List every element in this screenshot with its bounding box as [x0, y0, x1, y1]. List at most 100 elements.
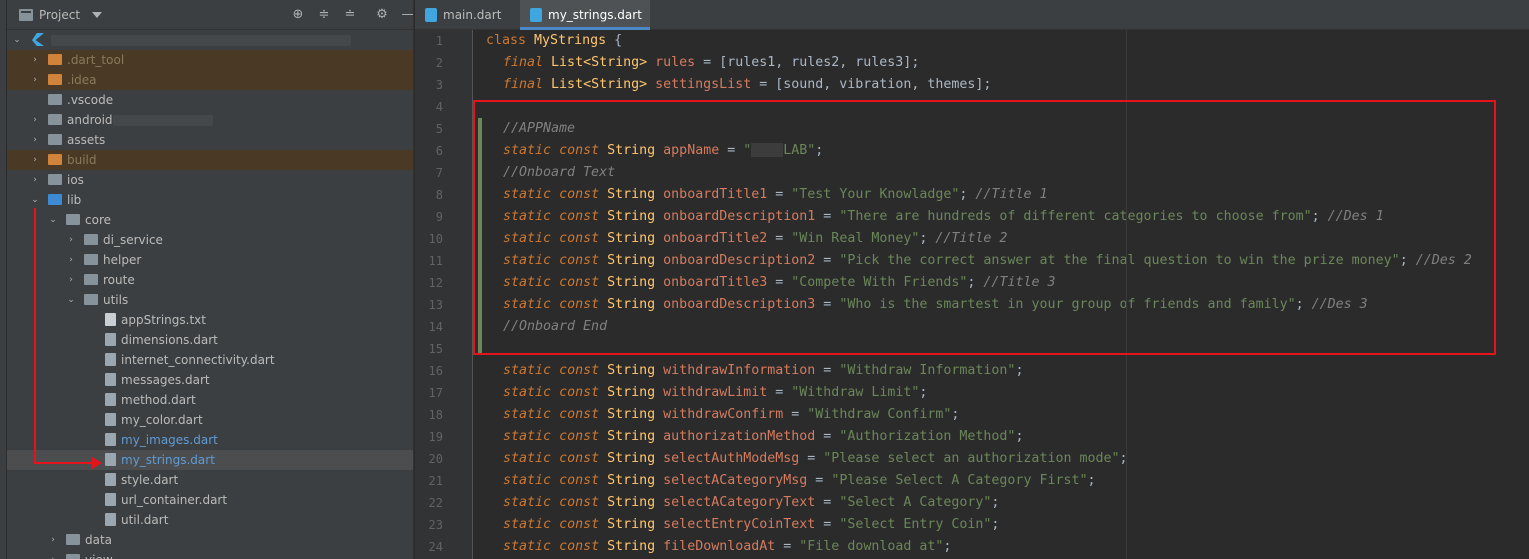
string-literal: "Authorization Method" — [839, 429, 1016, 444]
tree-item-label: internet_connectivity.dart — [121, 353, 275, 367]
chevron-right-icon[interactable]: › — [65, 250, 77, 270]
tree-item-data[interactable]: › data — [7, 530, 413, 550]
tree-item-label: di_service — [103, 233, 163, 247]
dart-file-icon — [105, 493, 116, 506]
chevron-down-icon[interactable]: ⌄ — [47, 210, 59, 230]
chevron-right-icon[interactable]: › — [65, 230, 77, 250]
code-line: static const String selectACategoryMsg =… — [503, 470, 1096, 492]
dart-file-icon — [105, 513, 116, 526]
keyword: const — [559, 517, 600, 532]
tree-item-view[interactable]: › view — [7, 550, 413, 559]
tree-item-dimensions[interactable]: dimensions.dart — [7, 330, 413, 350]
tree-item-vscode[interactable]: .vscode — [7, 90, 413, 110]
tree-item-route[interactable]: › route — [7, 270, 413, 290]
chevron-down-icon[interactable]: ⌄ — [65, 290, 77, 310]
code-line: static const String selectACategoryText … — [503, 492, 999, 514]
tree-item-dart-tool[interactable]: › .dart_tool — [7, 50, 413, 70]
project-panel: Project ⊕ ≑ ≐ ⚙ — ⌄ › .dart_tool › .idea… — [0, 0, 414, 559]
chevron-right-icon[interactable]: › — [29, 170, 41, 190]
tree-item-idea[interactable]: › .idea — [7, 70, 413, 90]
tree-item-assets[interactable]: › assets — [7, 130, 413, 150]
class-name: MyStrings — [534, 33, 607, 48]
tree-item-internet-connectivity[interactable]: internet_connectivity.dart — [7, 350, 413, 370]
tree-item-build[interactable]: › build — [7, 150, 413, 170]
tree-item-label: my_images.dart — [121, 433, 218, 447]
tree-item-label: route — [103, 273, 135, 287]
minimize-icon[interactable]: — — [400, 7, 414, 23]
code-line: static const String selectAuthModeMsg = … — [503, 448, 1128, 470]
tree-item-url-container[interactable]: url_container.dart — [7, 490, 413, 510]
redacted-project-name — [51, 35, 351, 46]
tree-item-ios[interactable]: › ios — [7, 170, 413, 190]
tree-item-di-service[interactable]: › di_service — [7, 230, 413, 250]
chevron-right-icon[interactable]: › — [65, 270, 77, 290]
tab-main-dart[interactable]: main.dart × — [415, 0, 513, 52]
string-literal: "Withdraw Limit" — [791, 385, 920, 400]
chevron-down-icon[interactable]: ⌄ — [29, 190, 41, 210]
tree-item-core[interactable]: ⌄ core — [7, 210, 413, 230]
string-literal: "Please Select A Category First" — [831, 473, 1088, 488]
project-tree: ⌄ › .dart_tool › .idea .vscode › android — [7, 30, 413, 559]
code-token: ; — [1087, 473, 1096, 488]
chevron-right-icon[interactable]: › — [29, 70, 41, 90]
chevron-right-icon[interactable]: › — [47, 530, 59, 550]
field-name: rules — [655, 55, 696, 70]
tab-label: my_strings.dart — [548, 8, 642, 22]
chevron-right-icon[interactable]: › — [29, 50, 41, 70]
folder-icon — [66, 214, 80, 225]
code-token: = — [799, 451, 824, 466]
tree-item-label: core — [85, 213, 111, 227]
tree-item-util[interactable]: util.dart — [7, 510, 413, 530]
tree-item-label: data — [85, 533, 113, 547]
expand-all-icon[interactable]: ≑ — [316, 7, 332, 23]
tree-item-appstrings-txt[interactable]: appStrings.txt — [7, 310, 413, 330]
keyword: static — [503, 517, 552, 532]
tab-my-strings-dart[interactable]: my_strings.dart × — [520, 0, 650, 52]
folder-icon — [66, 554, 80, 559]
chevron-down-icon[interactable]: ⌄ — [11, 30, 23, 50]
line-number: 8 — [435, 188, 443, 202]
tree-item-method[interactable]: method.dart — [7, 390, 413, 410]
keyword: const — [559, 495, 600, 510]
chevron-down-icon[interactable] — [92, 11, 103, 18]
chevron-right-icon[interactable]: › — [29, 110, 41, 130]
tree-item-my-strings[interactable]: my_strings.dart — [7, 450, 413, 470]
tree-item-my-images[interactable]: my_images.dart — [7, 430, 413, 450]
gear-icon[interactable]: ⚙ — [374, 7, 390, 23]
code-token: = — [815, 495, 840, 510]
code-token: = [rules1, rules2, rules3]; — [695, 55, 920, 70]
tree-item-messages[interactable]: messages.dart — [7, 370, 413, 390]
line-number: 23 — [428, 518, 443, 532]
tree-item-root[interactable]: ⌄ — [7, 30, 413, 50]
tree-item-helper[interactable]: › helper — [7, 250, 413, 270]
collapse-all-icon[interactable]: ≐ — [342, 7, 358, 23]
tree-item-style[interactable]: style.dart — [7, 470, 413, 490]
line-number: 20 — [428, 452, 443, 466]
keyword: const — [559, 451, 600, 466]
locate-target-icon[interactable]: ⊕ — [290, 7, 306, 23]
tree-item-my-color[interactable]: my_color.dart — [7, 410, 413, 430]
tree-item-label: messages.dart — [121, 373, 210, 387]
type: String — [607, 385, 656, 400]
keyword: const — [559, 429, 600, 444]
chevron-right-icon[interactable]: › — [29, 130, 41, 150]
line-number: 9 — [435, 210, 443, 224]
tree-item-android[interactable]: › android — [7, 110, 413, 130]
project-view-title[interactable]: Project — [39, 8, 80, 22]
tree-item-utils[interactable]: ⌄ utils — [7, 290, 413, 310]
chevron-right-icon[interactable]: › — [29, 150, 41, 170]
line-number: 7 — [435, 166, 443, 180]
tree-item-label: ios — [67, 173, 84, 187]
keyword: static — [503, 385, 552, 400]
code-token: ; — [943, 539, 952, 554]
chevron-right-icon[interactable]: › — [47, 550, 59, 559]
keyword: static — [503, 539, 552, 554]
code-token: ; — [991, 495, 1000, 510]
code-token: = [sound, vibration, themes]; — [751, 77, 992, 92]
field-name: withdrawInformation — [663, 363, 816, 378]
tree-item-label: assets — [67, 133, 106, 147]
tree-item-label: android — [67, 113, 113, 127]
tree-item-lib[interactable]: ⌄ lib — [7, 190, 413, 210]
type: String — [607, 473, 656, 488]
line-number: 22 — [428, 496, 443, 510]
